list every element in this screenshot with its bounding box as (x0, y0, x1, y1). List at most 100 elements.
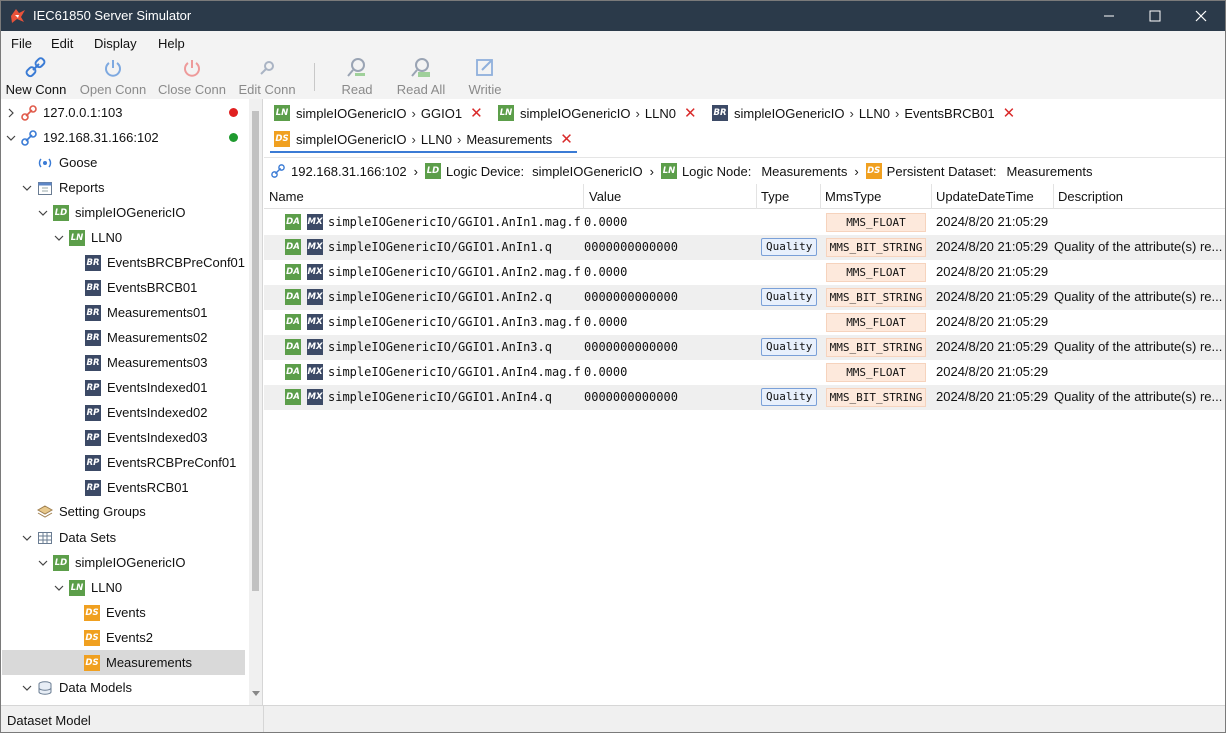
chevron-down-icon[interactable] (53, 584, 65, 592)
table-row[interactable]: DA MX simpleIOGenericIO/GGIO1.AnIn1.mag.f 0… (264, 210, 1225, 235)
chevron-down-icon[interactable] (21, 184, 33, 192)
chevron-down-icon[interactable] (37, 559, 49, 567)
tree-report-item[interactable]: BR Measurements01 (85, 300, 207, 325)
cell-value[interactable]: 0000000000000 (584, 390, 754, 404)
tree-report-item[interactable]: RP EventsIndexed03 (85, 425, 207, 450)
tree-goose[interactable]: Goose (21, 150, 97, 175)
close-tab-icon[interactable]: ✕ (560, 130, 573, 148)
col-divider[interactable] (756, 184, 757, 209)
chevron-down-icon[interactable] (53, 234, 65, 242)
tree-conn-127[interactable]: 127.0.0.1:103 (5, 100, 247, 125)
close-window-button[interactable] (1178, 1, 1224, 31)
col-header-name[interactable]: Name (269, 189, 304, 204)
tree-ds-ln[interactable]: LN LLN0 (53, 575, 122, 600)
cell-value[interactable]: 0000000000000 (584, 240, 754, 254)
table-row[interactable]: DA MX simpleIOGenericIO/GGIO1.AnIn2.q 00000… (264, 285, 1225, 310)
menu-edit[interactable]: Edit (51, 36, 73, 51)
tree-data-models[interactable]: Data Models (21, 675, 132, 700)
tree-report-item[interactable]: BR EventsBRCB01 (85, 275, 197, 300)
tree-ds-ld[interactable]: LD simpleIOGenericIO (37, 550, 186, 575)
tree-ds-item-selected[interactable]: DS Measurements (2, 650, 245, 675)
tree-reports-ld[interactable]: LD simpleIOGenericIO (37, 200, 186, 225)
edit-conn-button[interactable]: Edit Conn (237, 55, 297, 99)
chevron-down-icon[interactable] (5, 134, 17, 142)
col-divider[interactable] (583, 184, 584, 209)
cell-value[interactable]: 0.0000 (584, 365, 754, 379)
tree-reports-ln[interactable]: LN LLN0 (53, 225, 122, 250)
tree-report-item[interactable]: RP EventsRCBPreConf01 (85, 450, 236, 475)
cell-value[interactable]: 0000000000000 (584, 290, 754, 304)
tab-eventsbrcb01[interactable]: BR simpleIOGenericIO › LLN0 › EventsBRCB… (708, 100, 1019, 126)
read-button[interactable]: Read (335, 55, 379, 99)
new-conn-button[interactable]: New Conn (5, 55, 67, 99)
col-header-description[interactable]: Description (1058, 189, 1123, 204)
col-divider[interactable] (820, 184, 821, 209)
tree-conn-192[interactable]: 192.168.31.166:102 (5, 125, 247, 150)
close-tab-icon[interactable]: ✕ (1003, 104, 1016, 122)
cell-value[interactable]: 0.0000 (584, 315, 754, 329)
close-tab-icon[interactable]: ✕ (470, 104, 483, 122)
tab-ggio1[interactable]: LN simpleIOGenericIO › GGIO1 ✕ (270, 100, 487, 126)
cell-value[interactable]: 0.0000 (584, 265, 754, 279)
chevron-separator-icon: › (456, 131, 462, 147)
type-badge: Quality (761, 388, 818, 406)
col-header-type[interactable]: Type (761, 189, 789, 204)
tree-scrollbar[interactable] (249, 99, 262, 705)
open-conn-label: Open Conn (79, 82, 147, 97)
tab-lln0[interactable]: LN simpleIOGenericIO › LLN0 ✕ (494, 100, 701, 126)
close-tab-icon[interactable]: ✕ (684, 104, 697, 122)
read-all-icon (410, 56, 432, 81)
da-badge-icon: DA (285, 364, 301, 380)
tree-report-item[interactable]: RP EventsRCB01 (85, 475, 189, 500)
menu-display[interactable]: Display (94, 36, 137, 51)
write-button[interactable]: Writie (463, 55, 507, 99)
table-row[interactable]: DA MX simpleIOGenericIO/GGIO1.AnIn4.q 00000… (264, 385, 1225, 410)
tree-report-item[interactable]: BR Measurements03 (85, 350, 207, 375)
cell-updatetime: 2024/8/20 21:05:29 (936, 364, 1049, 379)
col-header-mmstype[interactable]: MmsType (825, 189, 881, 204)
col-divider[interactable] (931, 184, 932, 209)
col-header-updatedatetime[interactable]: UpdateDateTime (936, 189, 1034, 204)
col-divider[interactable] (1053, 184, 1054, 209)
tree-setting-groups[interactable]: Setting Groups (21, 499, 146, 524)
chevron-down-icon[interactable] (21, 684, 33, 692)
table-row[interactable]: DA MX simpleIOGenericIO/GGIO1.AnIn3.q 00000… (264, 335, 1225, 360)
tree-ds-item[interactable]: DS Events (84, 600, 146, 625)
mmstype-badge: MMS_FLOAT (826, 263, 926, 282)
tree-report-item[interactable]: RP EventsIndexed02 (85, 400, 207, 425)
table-row[interactable]: DA MX simpleIOGenericIO/GGIO1.AnIn4.mag.f 0… (264, 360, 1225, 385)
breadcrumb-ln-value[interactable]: Measurements (761, 164, 847, 179)
close-conn-button[interactable]: Close Conn (158, 55, 226, 99)
report-item-label: EventsRCBPreConf01 (107, 455, 237, 470)
tree-report-item[interactable]: RP EventsIndexed01 (85, 375, 207, 400)
tree-report-item[interactable]: BR Measurements02 (85, 325, 207, 350)
chevron-down-icon[interactable] (21, 534, 33, 542)
mmstype-badge: MMS_FLOAT (826, 363, 926, 382)
col-header-value[interactable]: Value (589, 189, 621, 204)
breadcrumb-ds-value[interactable]: Measurements (1007, 164, 1093, 179)
maximize-button[interactable] (1132, 1, 1178, 31)
table-row[interactable]: DA MX simpleIOGenericIO/GGIO1.AnIn1.q 00000… (264, 235, 1225, 260)
cell-value[interactable]: 0000000000000 (584, 340, 754, 354)
tree-data-sets[interactable]: Data Sets (21, 525, 116, 550)
scroll-down-icon[interactable] (252, 691, 260, 697)
chevron-right-icon[interactable] (5, 108, 17, 118)
breadcrumb-ld-value[interactable]: simpleIOGenericIO (532, 164, 643, 179)
scrollbar-thumb[interactable] (252, 111, 259, 591)
tree-report-item[interactable]: BR EventsBRCBPreConf01 (85, 250, 245, 275)
table-row[interactable]: DA MX simpleIOGenericIO/GGIO1.AnIn2.mag.f 0… (264, 260, 1225, 285)
cell-value[interactable]: 0.0000 (584, 215, 754, 229)
breadcrumb-host[interactable]: 192.168.31.166:102 (291, 164, 407, 179)
tree-ds-item[interactable]: DS Events2 (84, 625, 153, 650)
gear-link-icon (257, 58, 277, 81)
menu-help[interactable]: Help (158, 36, 185, 51)
menu-bar: File Edit Display Help (1, 31, 1225, 55)
minimize-button[interactable] (1086, 1, 1132, 31)
open-conn-button[interactable]: Open Conn (79, 55, 147, 99)
tree-reports[interactable]: Reports (21, 175, 105, 200)
menu-file[interactable]: File (11, 36, 32, 51)
chevron-down-icon[interactable] (37, 209, 49, 217)
read-all-button[interactable]: Read All (395, 55, 447, 99)
tab-measurements[interactable]: DS simpleIOGenericIO › LLN0 › Measuremen… (270, 127, 577, 153)
table-row[interactable]: DA MX simpleIOGenericIO/GGIO1.AnIn3.mag.f 0… (264, 310, 1225, 335)
